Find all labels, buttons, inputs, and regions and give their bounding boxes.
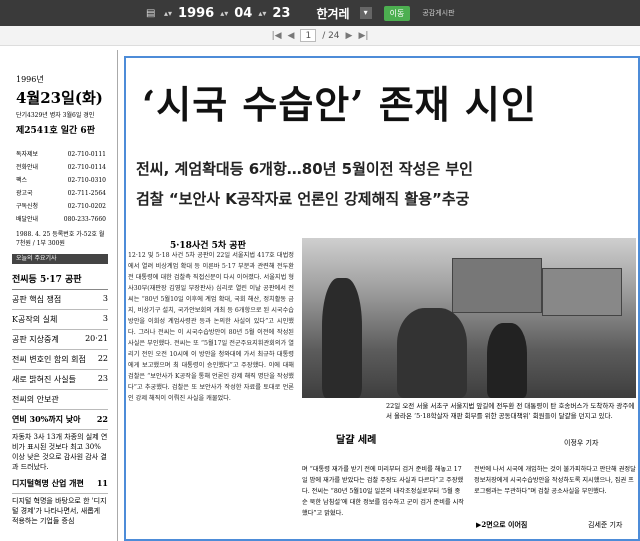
reporter-byline: 김세준 기자 bbox=[588, 521, 623, 529]
contact-row: 배달안내 080-233-7660 bbox=[16, 216, 106, 223]
date-selector: ▴▾ 1996 ▴▾ 04 ▴▾ 23 bbox=[164, 6, 290, 21]
first-page-icon[interactable]: |◀ bbox=[272, 31, 282, 41]
month-value[interactable]: 04 bbox=[234, 6, 252, 21]
last-page-icon[interactable]: ▶| bbox=[358, 31, 368, 41]
photo-caption-title: 달걀 세례 bbox=[336, 435, 377, 446]
article-subheadline: 전씨, 계엄확대등 6개항…80년 5월이전 작성은 부인 bbox=[136, 160, 473, 178]
newspaper-index-column: 1996년 4월23일(화) 단기4329년 병자 3월6일 경인 제2541호… bbox=[0, 50, 118, 541]
month-stepper-icon[interactable]: ▴▾ bbox=[220, 9, 228, 18]
prev-page-icon[interactable]: ◀ bbox=[288, 31, 295, 41]
toc-item[interactable]: 전씨 변호인 함의 회점 22 bbox=[12, 350, 108, 370]
photo-caption-text: 22일 오전 서울 서초구 서울지법 앞길에 전두환 전 대통령이 탄 호송버스… bbox=[386, 402, 635, 420]
board-link[interactable]: 공감게시판 bbox=[422, 8, 454, 18]
contact-row: 독자제보 02-710-0111 bbox=[16, 151, 106, 158]
next-page-icon[interactable]: ▶ bbox=[346, 31, 353, 41]
contact-row: 팩스 02-710-0310 bbox=[16, 177, 106, 184]
contact-row: 전화안내 02-710-0114 bbox=[16, 164, 106, 171]
article-headline: ‘시국 수습안’ 존재 시인 bbox=[142, 82, 537, 127]
toc-heading: 전씨등 5·17 공판 bbox=[12, 268, 108, 290]
year-stepper-icon[interactable]: ▴▾ bbox=[164, 9, 172, 18]
table-of-contents: 전씨등 5·17 공판 공판 핵심 쟁점 3 K공작의 실체 3 공판 지상중계 20… bbox=[12, 268, 108, 528]
issue-date-block: 1996년 4월23일(화) 단기4329년 병자 3월6일 경인 제2541호… bbox=[0, 74, 117, 136]
article-continuation: 며 “대통령 재가를 받기 전에 미리부터 검거 준비를 해놓고 17일 밤에 … bbox=[302, 464, 636, 519]
viewer-toolbar: ▤ ▴▾ 1996 ▴▾ 04 ▴▾ 23 한겨레 ▾ 이동 공감게시판 bbox=[0, 0, 640, 26]
selected-article[interactable]: ‘시국 수습안’ 존재 시인 전씨, 계엄확대등 6개항…80년 5월이전 작성… bbox=[124, 56, 640, 541]
article-subheadline: 검찰 “보안사 K공작자료 언론인 강제해직 활용”추궁 bbox=[136, 190, 470, 208]
photo-credit: 이정우 기자 bbox=[564, 439, 599, 447]
toc-item-featured[interactable]: 연비 30%까지 낮아 22 bbox=[12, 410, 108, 430]
go-button[interactable]: 이동 bbox=[383, 5, 411, 21]
toc-item[interactable]: 공판 핵심 쟁점 3 bbox=[12, 290, 108, 310]
issue-number: 제2541호 일간 6판 bbox=[16, 126, 95, 136]
day-value[interactable]: 23 bbox=[272, 6, 290, 21]
article-column: 전반에 나서 시국에 개입하는 것이 불가피하다고 판단해 권정달 정보처장에게… bbox=[474, 466, 636, 495]
issue-date: 4월23일(화) bbox=[16, 89, 103, 107]
lunar-date: 단기4329년 병자 3월6일 경인 bbox=[16, 112, 95, 119]
newspaper-name: 한겨레 bbox=[316, 6, 350, 21]
toc-item[interactable]: 새로 밝혀진 사실들 23 bbox=[12, 370, 108, 390]
continued-note: ▶2면으로 이어짐 bbox=[476, 520, 528, 529]
page-navigator: |◀ ◀ 1 / 24 ▶ ▶| bbox=[0, 26, 640, 46]
contact-list: 독자제보 02-710-0111 전화안내 02-710-0114 팩스 02-710… bbox=[16, 148, 117, 248]
page-total: / 24 bbox=[322, 30, 340, 41]
year-value[interactable]: 1996 bbox=[178, 6, 214, 21]
toc-summary: 디지털 혁명을 바탕으로 한 '디지털 경제'가 나타나면서, 새롭게 적용하는… bbox=[12, 497, 107, 525]
day-stepper-icon[interactable]: ▴▾ bbox=[258, 9, 266, 18]
section-header: 오늘의 주요기사 bbox=[12, 254, 108, 264]
newspaper-dropdown-icon[interactable]: ▾ bbox=[359, 7, 372, 19]
issue-year: 1996년 bbox=[16, 75, 44, 84]
toc-item[interactable]: 전씨의 안보관 bbox=[12, 390, 108, 410]
article-column: 며 “대통령 재가를 받기 전에 미리부터 검거 준비를 해놓고 17일 밤에 … bbox=[302, 466, 464, 517]
grid-menu-icon[interactable]: ▤ bbox=[146, 8, 162, 19]
toc-summary: 자동차 3사 13개 차종의 실제 연비가 표시된 것보다 최고 30% 이상 … bbox=[12, 433, 108, 471]
page-input[interactable]: 1 bbox=[300, 29, 317, 42]
news-photo bbox=[302, 238, 636, 398]
registration-note: 1988. 4. 25 등록번호 가-52호 월 7천원 / 1부 300원 bbox=[16, 231, 105, 247]
toc-item-featured[interactable]: 디지털혁명 산업 개편 11 bbox=[12, 474, 108, 494]
toc-item[interactable]: 공판 지상중계 20·21 bbox=[12, 330, 108, 350]
contact-row: 광고국 02-711-2564 bbox=[16, 190, 106, 197]
article-body: 12·12 및 5·18 사건 5차 공판이 22일 서울지법 417호 대법정… bbox=[128, 252, 294, 402]
toc-item[interactable]: K공작의 실체 3 bbox=[12, 310, 108, 330]
contact-row: 구독신청 02-710-0202 bbox=[16, 203, 106, 210]
